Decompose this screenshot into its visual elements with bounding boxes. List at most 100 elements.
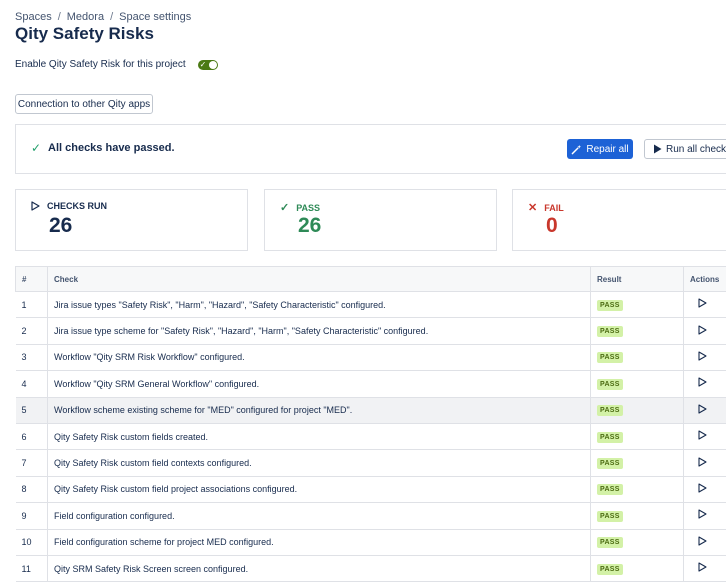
close-icon: ✕ xyxy=(528,201,537,214)
row-number: 5 xyxy=(16,397,48,423)
card-header: CHECKS RUN xyxy=(31,201,107,211)
actions-cell xyxy=(684,318,726,344)
checks-run-value: 26 xyxy=(49,214,72,238)
run-check-button[interactable] xyxy=(690,377,707,390)
result-cell: PASS xyxy=(591,476,684,502)
status-text: All checks have passed. xyxy=(48,142,175,154)
status-badge: PASS xyxy=(597,300,623,311)
run-check-button[interactable] xyxy=(690,483,707,496)
run-check-button[interactable] xyxy=(690,404,707,417)
table-row: 5Workflow scheme existing scheme for "ME… xyxy=(16,397,726,423)
play-icon xyxy=(698,562,707,572)
result-cell: PASS xyxy=(591,529,684,555)
actions-cell xyxy=(684,476,726,502)
pass-card: ✓ PASS 26 xyxy=(264,189,497,251)
play-icon xyxy=(698,404,707,414)
status-badge: PASS xyxy=(597,458,623,469)
run-check-button[interactable] xyxy=(690,430,707,443)
breadcrumb-medora[interactable]: Medora xyxy=(67,11,104,23)
row-number: 8 xyxy=(16,476,48,502)
column-header-result: Result xyxy=(591,267,684,292)
repair-all-label: Repair all xyxy=(586,144,628,155)
status-badge: PASS xyxy=(597,326,623,337)
checks-run-card: CHECKS RUN 26 xyxy=(15,189,248,251)
checks-run-label: CHECKS RUN xyxy=(47,201,107,211)
actions-cell xyxy=(684,555,726,581)
run-all-checks-button[interactable]: Run all checks xyxy=(644,139,726,159)
column-header-check: Check xyxy=(48,267,591,292)
run-check-button[interactable] xyxy=(690,325,707,338)
play-icon xyxy=(698,509,707,519)
breadcrumb: Spaces/Medora/Space settings xyxy=(15,11,191,23)
toggle-knob xyxy=(209,61,217,69)
table-row: 2Jira issue type scheme for "Safety Risk… xyxy=(16,318,726,344)
play-icon xyxy=(698,457,707,467)
breadcrumb-separator: / xyxy=(58,11,61,23)
status-badge: PASS xyxy=(597,511,623,522)
check-icon: ✓ xyxy=(31,141,41,155)
run-check-button[interactable] xyxy=(690,536,707,549)
status-badge: PASS xyxy=(597,379,623,390)
result-cell: PASS xyxy=(591,450,684,476)
run-check-button[interactable] xyxy=(690,562,707,575)
run-check-button[interactable] xyxy=(690,509,707,522)
repair-all-button[interactable]: Repair all xyxy=(567,139,633,159)
check-description: Field configuration configured. xyxy=(48,503,591,529)
check-description: Workflow scheme existing scheme for "MED… xyxy=(48,397,591,423)
enable-row: Enable Qity Safety Risk for this project… xyxy=(15,59,218,70)
actions-cell xyxy=(684,529,726,555)
result-cell: PASS xyxy=(591,292,684,318)
run-check-button[interactable] xyxy=(690,351,707,364)
table-row: 6Qity Safety Risk custom fields created.… xyxy=(16,423,726,449)
actions-cell xyxy=(684,423,726,449)
run-check-button[interactable] xyxy=(690,457,707,470)
enable-label: Enable Qity Safety Risk for this project xyxy=(15,59,186,70)
fail-label: FAIL xyxy=(544,203,564,213)
checks-table: # Check Result Actions 1Jira issue types… xyxy=(15,266,726,582)
status-badge: PASS xyxy=(597,537,623,548)
result-cell: PASS xyxy=(591,555,684,581)
table-row: 8Qity Safety Risk custom field project a… xyxy=(16,476,726,502)
column-header-actions: Actions xyxy=(684,267,726,292)
check-description: Field configuration scheme for project M… xyxy=(48,529,591,555)
row-number: 4 xyxy=(16,371,48,397)
result-cell: PASS xyxy=(591,397,684,423)
card-header: ✓ PASS xyxy=(280,201,320,214)
fail-card: ✕ FAIL 0 xyxy=(512,189,726,251)
actions-cell xyxy=(684,371,726,397)
result-cell: PASS xyxy=(591,423,684,449)
check-description: Qity SRM Safety Risk Screen screen confi… xyxy=(48,555,591,581)
table-row: 11Qity SRM Safety Risk Screen screen con… xyxy=(16,555,726,581)
check-description: Qity Safety Risk custom fields created. xyxy=(48,423,591,449)
pass-value: 26 xyxy=(298,214,321,238)
row-number: 7 xyxy=(16,450,48,476)
status-badge: PASS xyxy=(597,484,623,495)
status-badge: PASS xyxy=(597,405,623,416)
play-icon xyxy=(698,298,707,308)
check-icon: ✓ xyxy=(280,201,289,214)
check-description: Workflow "Qity SRM Risk Workflow" config… xyxy=(48,344,591,370)
status-badge: PASS xyxy=(597,432,623,443)
play-icon xyxy=(698,430,707,440)
play-icon xyxy=(698,351,707,361)
run-check-button[interactable] xyxy=(690,298,707,311)
check-description: Qity Safety Risk custom field contexts c… xyxy=(48,450,591,476)
table-row: 9Field configuration configured.PASS xyxy=(16,503,726,529)
connection-button[interactable]: Connection to other Qity apps xyxy=(15,94,153,114)
page-title: Qity Safety Risks xyxy=(15,24,154,44)
breadcrumb-spaces[interactable]: Spaces xyxy=(15,11,52,23)
play-icon xyxy=(698,483,707,493)
card-header: ✕ FAIL xyxy=(528,201,564,214)
actions-cell xyxy=(684,292,726,318)
row-number: 2 xyxy=(16,318,48,344)
play-icon xyxy=(698,536,707,546)
actions-cell xyxy=(684,397,726,423)
check-icon: ✓ xyxy=(200,58,207,72)
result-cell: PASS xyxy=(591,344,684,370)
table-row: 7Qity Safety Risk custom field contexts … xyxy=(16,450,726,476)
play-icon xyxy=(31,201,40,211)
column-header-num: # xyxy=(16,267,48,292)
breadcrumb-space-settings[interactable]: Space settings xyxy=(119,11,191,23)
enable-toggle[interactable]: ✓ xyxy=(198,60,218,70)
result-cell: PASS xyxy=(591,371,684,397)
